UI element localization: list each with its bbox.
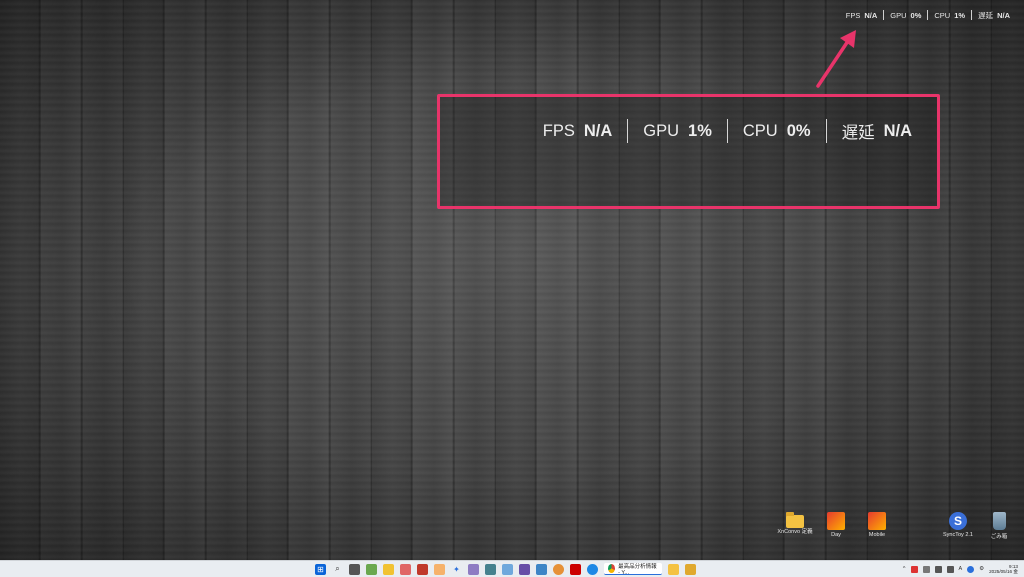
desktop-icon-day[interactable]: Day [816, 512, 856, 538]
app-icon[interactable] [434, 563, 445, 575]
task-view-icon[interactable] [349, 563, 360, 575]
firefox-icon[interactable] [553, 563, 564, 575]
taskbar-apps: ⊞ ⌕ ✦ 最高品分析情報 - Y... [315, 563, 696, 576]
file-explorer-icon[interactable] [668, 563, 679, 575]
overlay-latency: 遅延 N/A [978, 10, 1010, 20]
overlay-gpu: GPU 0% [890, 10, 922, 20]
tray-app-icon[interactable] [910, 565, 918, 573]
app-icon[interactable] [536, 563, 547, 575]
copilot-icon[interactable]: ✦ [451, 564, 462, 575]
windows-start-icon[interactable]: ⊞ [315, 563, 326, 575]
app-icon[interactable] [383, 563, 394, 575]
performance-overlay-zoomed: FPS N/A GPU 1% CPU 0% 遅延 N/A [528, 117, 927, 145]
folder-icon [786, 512, 804, 528]
ime-language[interactable]: A [959, 566, 963, 572]
overlay-cpu: CPU 1% [934, 10, 966, 20]
app-icon[interactable] [366, 563, 377, 575]
callout-gpu: GPU 1% [643, 121, 712, 140]
tray-app-icon[interactable] [967, 565, 975, 573]
recycle-bin-icon [992, 512, 1006, 530]
chevron-up-icon[interactable]: ^ [903, 566, 906, 572]
app-icon[interactable] [519, 563, 530, 575]
vivaldi-icon[interactable] [570, 563, 581, 575]
zoom-callout: FPS N/A GPU 1% CPU 0% 遅延 N/A [437, 94, 940, 209]
callout-latency: 遅延 N/A [841, 121, 912, 143]
callout-cpu: CPU 0% [742, 121, 811, 140]
desktop-icon-mobile[interactable]: Mobile [857, 512, 897, 538]
app-icon [868, 512, 886, 530]
performance-overlay: FPS N/A GPU 0% CPU 1% 遅延 N/A [840, 9, 1016, 21]
tray-app-icon[interactable] [922, 565, 930, 573]
overlay-fps: FPS N/A [845, 10, 878, 20]
chrome-icon [608, 564, 616, 573]
desktop-icon-recycle-bin[interactable]: ごみ箱 [979, 512, 1019, 540]
edge-icon[interactable] [587, 563, 598, 575]
app-icon[interactable] [485, 563, 496, 575]
search-icon[interactable]: ⌕ [332, 564, 343, 575]
app-icon[interactable] [502, 563, 513, 575]
gear-icon[interactable]: ⚙ [979, 566, 984, 572]
folder-icon[interactable] [685, 563, 696, 575]
synctoy-icon: S [949, 512, 967, 530]
callout-fps: FPS N/A [542, 121, 613, 140]
clock[interactable]: 9:13 2025/05/16 金 [989, 564, 1018, 575]
desktop-background [0, 0, 1024, 560]
taskbar: ⊞ ⌕ ✦ 最高品分析情報 - Y... ^ A ⚙ 9:13 2025/05/… [0, 560, 1024, 577]
desktop-icon-synctoy[interactable]: S SyncToy 2.1 [938, 512, 978, 538]
app-icon[interactable] [417, 563, 428, 575]
volume-icon[interactable] [946, 565, 954, 573]
network-icon[interactable] [934, 565, 942, 573]
desktop-icon-xnconvert[interactable]: XnConvo 定義 [775, 512, 815, 535]
system-tray: ^ A ⚙ 9:13 2025/05/16 金 [903, 563, 1018, 575]
app-icon [827, 512, 845, 530]
app-icon[interactable] [468, 563, 479, 575]
taskbar-active-window[interactable]: 最高品分析情報 - Y... [604, 563, 662, 576]
app-icon[interactable] [400, 563, 411, 575]
annotation-arrow-icon [816, 30, 856, 88]
